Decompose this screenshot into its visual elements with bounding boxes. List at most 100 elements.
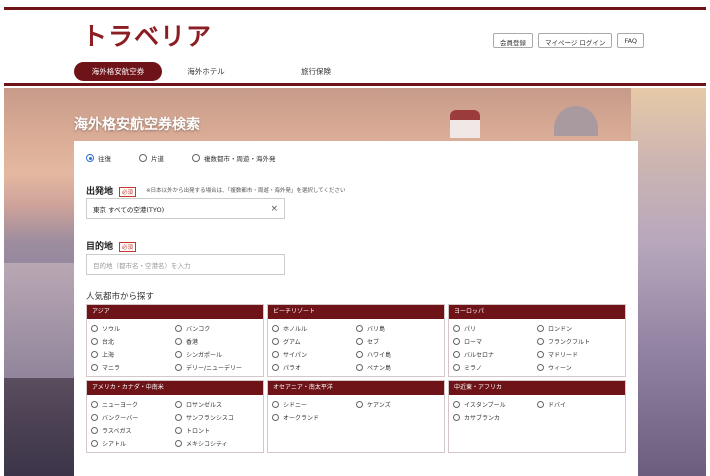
city-option[interactable]: マニラ (91, 362, 175, 372)
radio-icon[interactable] (537, 363, 544, 371)
radio-icon[interactable] (272, 413, 279, 421)
city-option[interactable]: ローマ (453, 336, 537, 346)
city-option[interactable]: フランクフルト (537, 336, 621, 346)
radio-icon[interactable] (356, 400, 363, 408)
radio-icon[interactable] (537, 350, 544, 358)
radio-icon[interactable] (175, 400, 182, 408)
city-option[interactable]: ラスベガス (91, 425, 175, 435)
city-option[interactable]: シンガポール (175, 349, 259, 359)
radio-icon[interactable] (91, 426, 98, 434)
trip-type-oneway[interactable]: 片道 (139, 153, 164, 163)
radio-icon[interactable] (453, 324, 460, 332)
radio-icon[interactable] (453, 363, 460, 371)
radio-icon[interactable] (272, 350, 279, 358)
radio-icon[interactable] (272, 363, 279, 371)
destination-label-text: 目的地 (86, 242, 114, 252)
city-option[interactable]: サンフランシスコ (175, 412, 259, 422)
radio-icon[interactable] (272, 400, 279, 408)
radio-icon[interactable] (453, 337, 460, 345)
radio-icon[interactable] (356, 363, 363, 371)
faq-link[interactable]: FAQ (617, 33, 645, 48)
radio-icon[interactable] (91, 413, 98, 421)
radio-icon[interactable] (175, 363, 182, 371)
site-logo[interactable]: トラベリア (82, 17, 212, 53)
radio-icon[interactable] (139, 154, 147, 162)
city-option[interactable]: オークランド (272, 412, 356, 422)
city-option[interactable]: ウィーン (537, 362, 621, 372)
radio-icon[interactable] (356, 337, 363, 345)
radio-icon[interactable] (272, 337, 279, 345)
trip-type-roundtrip[interactable]: 往復 (86, 153, 111, 163)
radio-icon[interactable] (175, 324, 182, 332)
city-option[interactable]: ソウル (91, 323, 175, 333)
radio-icon[interactable] (91, 350, 98, 358)
radio-icon[interactable] (175, 426, 182, 434)
trip-type-multicity[interactable]: 複数都市・周遊・海外発 (192, 153, 276, 163)
radio-icon[interactable] (537, 337, 544, 345)
radio-icon[interactable] (453, 350, 460, 358)
radio-icon[interactable] (356, 324, 363, 332)
city-option[interactable]: 上海 (91, 349, 175, 359)
trip-type-label: 複数都市・周遊・海外発 (204, 155, 276, 163)
city-option[interactable]: イスタンブール (453, 399, 537, 409)
city-option[interactable]: シアトル (91, 438, 175, 448)
city-option[interactable]: バリ島 (356, 323, 440, 333)
member-register-link[interactable]: 会員登録 (493, 33, 533, 48)
city-option[interactable]: ペナン島 (356, 362, 440, 372)
city-option[interactable]: シドニー (272, 399, 356, 409)
city-option[interactable]: ホノルル (272, 323, 356, 333)
main-nav-tabs: 海外格安航空券 海外ホテル 旅行保険 (74, 62, 360, 81)
city-option[interactable]: サイパン (272, 349, 356, 359)
city-option[interactable]: パラオ (272, 362, 356, 372)
city-option[interactable]: ケアンズ (356, 399, 440, 409)
city-option[interactable]: ロサンゼルス (175, 399, 259, 409)
city-option[interactable]: グアム (272, 336, 356, 346)
city-option[interactable]: パリ (453, 323, 537, 333)
city-option[interactable]: マドリード (537, 349, 621, 359)
city-option[interactable]: メキシコシティ (175, 438, 259, 448)
radio-icon[interactable] (91, 439, 98, 447)
city-option[interactable]: 台北 (91, 336, 175, 346)
city-option[interactable]: ミラノ (453, 362, 537, 372)
city-label: フランクフルト (548, 338, 591, 346)
city-option[interactable]: バンコク (175, 323, 259, 333)
radio-selected-icon[interactable] (86, 154, 94, 162)
region-box-middle-east-africa: 中近東・アフリカ イスタンブール ドバイ カサブランカ (448, 380, 626, 453)
mypage-login-link[interactable]: マイページ ログイン (538, 33, 613, 48)
hero-church-dome (554, 106, 598, 136)
radio-icon[interactable] (192, 154, 200, 162)
radio-icon[interactable] (537, 400, 544, 408)
city-option[interactable]: セブ (356, 336, 440, 346)
destination-input[interactable]: 目的地（都市名・空港名）を入力 (86, 254, 285, 275)
clear-icon[interactable]: × (270, 204, 278, 214)
origin-input[interactable]: 東京 すべての空港(TYO) × (86, 198, 285, 219)
tab-insurance[interactable]: 旅行保険 (272, 62, 360, 81)
tab-hotels[interactable]: 海外ホテル (162, 62, 250, 81)
radio-icon[interactable] (356, 350, 363, 358)
city-option[interactable]: ロンドン (537, 323, 621, 333)
radio-icon[interactable] (175, 439, 182, 447)
city-option[interactable]: ドバイ (537, 399, 621, 409)
radio-icon[interactable] (453, 400, 460, 408)
radio-icon[interactable] (175, 350, 182, 358)
radio-icon[interactable] (272, 324, 279, 332)
radio-icon[interactable] (91, 324, 98, 332)
radio-icon[interactable] (537, 324, 544, 332)
tab-flights[interactable]: 海外格安航空券 (74, 62, 162, 81)
radio-icon[interactable] (91, 337, 98, 345)
city-option[interactable]: バルセロナ (453, 349, 537, 359)
city-option[interactable]: 香港 (175, 336, 259, 346)
city-option[interactable]: ハワイ島 (356, 349, 440, 359)
city-option[interactable]: デリー/ニューデリー (175, 362, 259, 372)
radio-icon[interactable] (453, 413, 460, 421)
radio-icon[interactable] (91, 363, 98, 371)
radio-icon[interactable] (175, 413, 182, 421)
city-option[interactable]: ニューヨーク (91, 399, 175, 409)
city-option[interactable]: カサブランカ (453, 412, 537, 422)
popular-cities-title: 人気都市から探す (86, 292, 155, 302)
city-option[interactable]: バンクーバー (91, 412, 175, 422)
city-label: 上海 (102, 351, 115, 359)
radio-icon[interactable] (175, 337, 182, 345)
radio-icon[interactable] (91, 400, 98, 408)
city-option[interactable]: トロント (175, 425, 259, 435)
